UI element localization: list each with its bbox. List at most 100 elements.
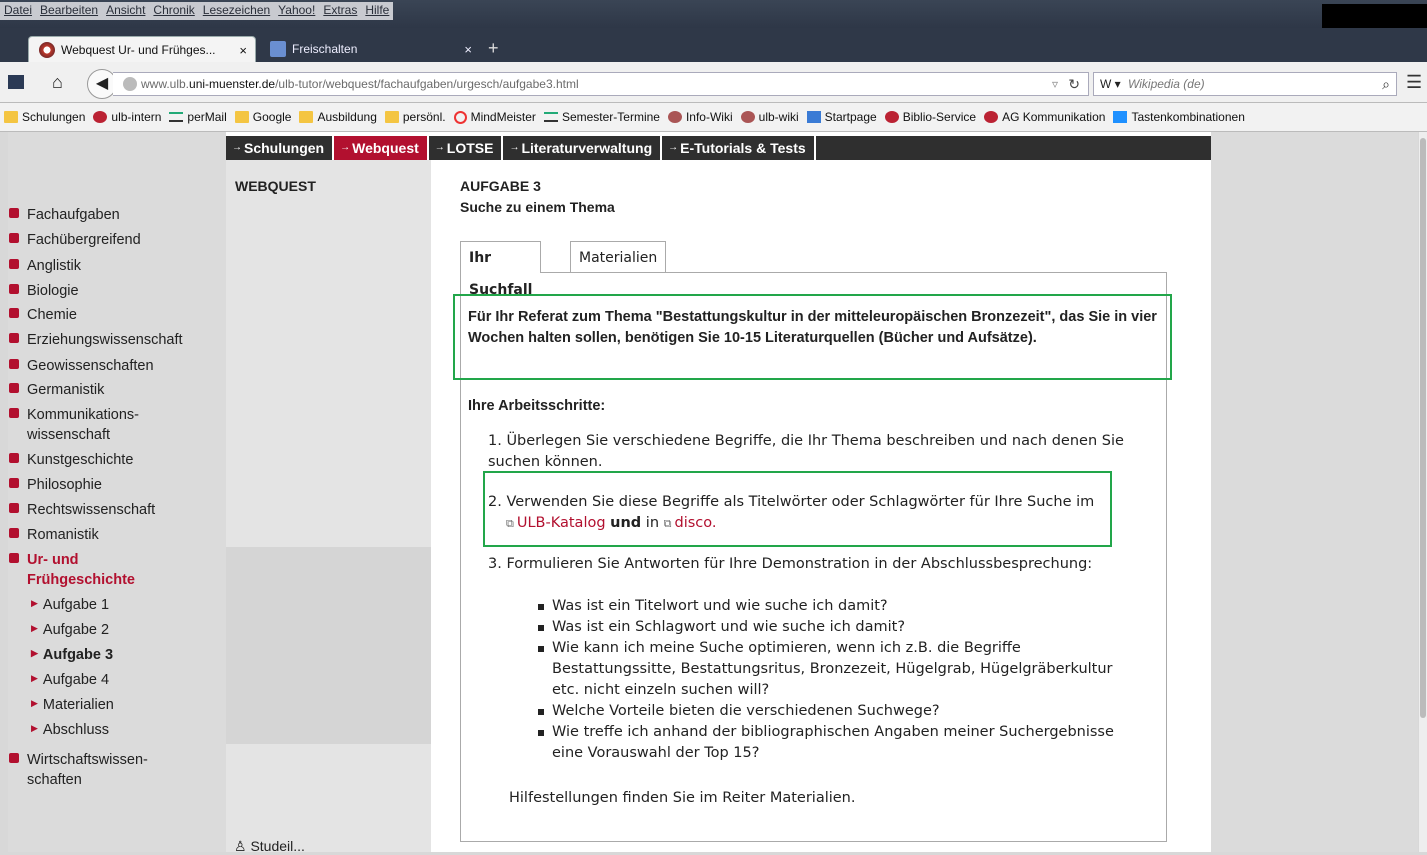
menu-lesezeichen[interactable]: Lesezeichen (198, 2, 275, 20)
close-icon[interactable]: × (239, 43, 247, 58)
bullet-icon (9, 233, 19, 243)
new-tab-button[interactable]: + (488, 38, 499, 59)
browser-tab-freischalten[interactable]: Freischalten × (260, 36, 480, 62)
triangle-icon: ▶ (31, 723, 38, 733)
bookmark-label: Schulungen (22, 110, 86, 124)
scrollbar-thumb[interactable] (1420, 138, 1426, 718)
subitem-label: Aufgabe 4 (42, 672, 110, 688)
menu-extras[interactable]: Extras (319, 2, 362, 20)
search-input[interactable]: Wikipedia (de) (1128, 77, 1205, 91)
sidebar-item-label: Frühgeschichte (27, 572, 135, 588)
sidebar-subitem-aufgabe-3[interactable]: ▶ Aufgabe 3 (31, 647, 113, 663)
bookmark-label: MindMeister (470, 110, 536, 124)
menu-icon[interactable]: ☰ (1406, 72, 1422, 93)
bullet-icon (9, 333, 19, 343)
sidebar-subitem-materialien[interactable]: ▶ Materialien (31, 697, 114, 713)
wiki-icon (667, 111, 682, 123)
home-icon[interactable]: ⌂ (52, 72, 63, 93)
sidebar-item-fachaufgaben[interactable]: Fachaufgaben (9, 205, 205, 225)
bullet-icon (9, 284, 19, 294)
reload-icon[interactable]: ↻ (1068, 73, 1080, 95)
firefox-icon (39, 42, 55, 58)
browser-tab-webquest[interactable]: Webquest Ur- und Frühges... × (28, 36, 256, 63)
sidebar-item-wirtschaftswissenschaften[interactable]: Wirtschaftswissen-schaften (9, 750, 205, 790)
url-bar[interactable]: www.ulb.uni-muenster.de/ulb-tutor/webque… (113, 72, 1089, 96)
scrollbar[interactable] (1419, 132, 1427, 852)
url-path: /ulb-tutor/webquest/fachaufgaben/urgesch… (275, 77, 579, 91)
bookmark-startpage[interactable]: Startpage (806, 110, 877, 124)
triangle-icon: ▶ (31, 698, 38, 708)
menu-yahoo[interactable]: Yahoo! (274, 2, 320, 20)
topnav-literaturverwaltung[interactable]: → Literaturverwaltung (503, 136, 663, 160)
sidebar-item-fachuebergreifend[interactable]: Fachübergreifend (9, 230, 205, 250)
sidebar-item-germanistik[interactable]: Germanistik (9, 380, 205, 400)
sidebar-item-biologie[interactable]: Biologie (9, 281, 205, 301)
topnav-webquest[interactable]: → Webquest (334, 136, 429, 160)
sidebar-item-kommunikationswissenschaft[interactable]: Kommunikations-wissenschaft (9, 405, 205, 445)
bookmark-ag-kommunikation[interactable]: AG Kommunikation (984, 110, 1105, 124)
tab-materialien[interactable]: Materialien (570, 241, 667, 272)
menu-datei[interactable]: Datei (0, 2, 37, 20)
bookmark-biblio-service[interactable]: Biblio-Service (884, 110, 976, 124)
search-box[interactable]: W ▾ Wikipedia (de) ⌕ (1093, 72, 1397, 96)
menu-ansicht[interactable]: Ansicht (102, 2, 150, 20)
sidebar-item-kunstgeschichte[interactable]: Kunstgeschichte (9, 450, 205, 470)
sidebar: WEBQUEST (226, 160, 431, 852)
bookmark-mindmeister[interactable]: MindMeister (453, 110, 536, 124)
bookmark-google[interactable]: Google (234, 110, 291, 124)
folder-icon (299, 111, 314, 123)
bookmark-persoenl[interactable]: persönl. (384, 110, 446, 124)
search-engine[interactable]: W ▾ (1100, 77, 1121, 91)
bullet-icon (9, 453, 19, 463)
menu-chronik[interactable]: Chronik (149, 2, 199, 20)
bookmark-ulb-intern[interactable]: ulb-intern (93, 110, 161, 124)
folder-icon (384, 111, 399, 123)
tab-title: Freischalten (292, 42, 358, 56)
sidebar-bottom-item[interactable]: ♙ Studeil... (234, 838, 305, 855)
back-arrow-icon: ◀ (95, 75, 109, 92)
bullet-icon (9, 208, 19, 218)
topnav-schulungen[interactable]: → Schulungen (226, 136, 335, 160)
app-icon[interactable] (8, 75, 24, 89)
bookmark-permail[interactable]: perMail (169, 110, 227, 124)
url-host: uni-muenster.de (189, 77, 276, 91)
dropdown-icon[interactable]: ▿ (1052, 73, 1058, 95)
sidebar-item-chemie[interactable]: Chemie (9, 305, 205, 325)
sidebar-subitem-aufgabe-2[interactable]: ▶ Aufgabe 2 (31, 622, 109, 638)
tab-ihr-suchfall[interactable]: Ihr Suchfall (460, 241, 542, 298)
bookmark-ulb-wiki[interactable]: ulb-wiki (740, 110, 799, 124)
bookmark-ausbildung[interactable]: Ausbildung (299, 110, 377, 124)
sidebar-item-anglistik[interactable]: Anglistik (9, 256, 205, 276)
sidebar-item-romanistik[interactable]: Romanistik (9, 525, 205, 545)
menu-hilfe[interactable]: Hilfe (361, 2, 394, 20)
sidebar-item-rechtswissenschaft[interactable]: Rechtswissenschaft (9, 500, 205, 520)
sidebar-subitem-aufgabe-4[interactable]: ▶ Aufgabe 4 (31, 672, 109, 688)
topnav-label: E-Tutorials & Tests (680, 140, 806, 156)
bookmark-info-wiki[interactable]: Info-Wiki (667, 110, 733, 124)
wiki-icon (740, 111, 755, 123)
bookmark-semester-termine[interactable]: Semester-Termine (543, 110, 660, 124)
sidebar-item-geowissenschaften[interactable]: Geowissenschaften (9, 356, 205, 376)
arrow-icon: → (434, 142, 445, 153)
bookmark-schulungen[interactable]: Schulungen (4, 110, 85, 124)
bookmark-label: Tastenkombinationen (1131, 110, 1245, 124)
bookmark-label: ulb-intern (111, 110, 162, 124)
search-icon[interactable]: ⌕ (1382, 73, 1390, 95)
sidebar-item-label: Kommunikations- (27, 407, 140, 423)
topnav-label: Schulungen (244, 140, 325, 156)
sidebar-item-philosophie[interactable]: Philosophie (9, 475, 205, 495)
sidebar-item-erziehungswissenschaft[interactable]: Erziehungswissenschaft (9, 330, 205, 350)
sidebar-item-ur-und-fruehgeschichte[interactable]: Ur- und Frühgeschichte (9, 550, 205, 590)
bookmark-tastenkombinationen[interactable]: Tastenkombinationen (1113, 110, 1245, 124)
bullet-icon (9, 359, 19, 369)
topnav-e-tutorials[interactable]: → E-Tutorials & Tests (662, 136, 816, 160)
topnav-lotse[interactable]: → LOTSE (429, 136, 504, 160)
close-icon[interactable]: × (464, 42, 472, 57)
menu-bearbeiten[interactable]: Bearbeiten (36, 2, 103, 20)
firefox-icon (93, 111, 108, 123)
list-item: Welche Vorteile bieten die verschiedenen… (538, 701, 1138, 722)
sidebar-active-section (226, 547, 431, 744)
sidebar-subitem-aufgabe-1[interactable]: ▶ Aufgabe 1 (31, 597, 109, 613)
bookmark-label: persönl. (402, 110, 446, 124)
sidebar-subitem-abschluss[interactable]: ▶ Abschluss (31, 722, 109, 738)
